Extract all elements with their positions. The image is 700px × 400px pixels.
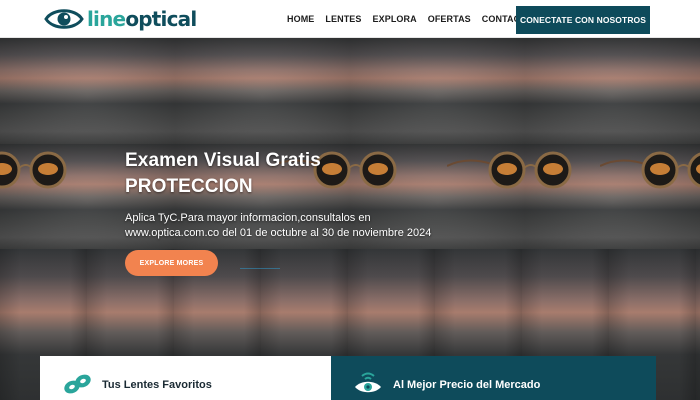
connect-button[interactable]: CONECTATE CON NOSOTROS <box>516 6 650 34</box>
hero-title-line1: Examen Visual Gratis <box>125 150 321 171</box>
feature-title: Tus Lentes Favoritos <box>102 379 212 391</box>
main-nav: HOME LENTES EXPLORA OFERTAS CONTACTO <box>287 0 533 38</box>
eye-logo-icon <box>44 9 84 29</box>
sunglasses-image <box>0 151 67 189</box>
nav-explora[interactable]: EXPLORA <box>373 14 417 24</box>
hero-title: Examen Visual Gratis PROTECCION <box>125 148 321 200</box>
explore-button[interactable]: EXPLORE MORES <box>125 250 218 276</box>
hero-bg-tile <box>525 38 700 144</box>
feature-title: Al Mejor Precio del Mercado <box>393 379 541 391</box>
eye-signal-icon <box>355 372 381 393</box>
hero-bg-tile <box>350 38 525 144</box>
nav-home[interactable]: HOME <box>287 14 314 24</box>
feature-card-best-price[interactable]: Al Mejor Precio del Mercado <box>331 356 656 400</box>
logo-text: lineoptical <box>87 6 197 32</box>
nav-lentes[interactable]: LENTES <box>325 14 361 24</box>
site-header: lineoptical HOME LENTES EXPLORA OFERTAS … <box>0 0 700 38</box>
hero-bg-tile <box>175 38 350 144</box>
hero-banner: Examen Visual Gratis PROTECCION Aplica T… <box>0 38 700 400</box>
sunglasses-image <box>447 151 572 189</box>
sunglasses-image <box>600 151 700 189</box>
hero-subtitle: Aplica TyC.Para mayor informacion,consul… <box>125 211 431 241</box>
site-logo[interactable]: lineoptical <box>44 5 197 33</box>
logo-text-light: line <box>87 7 126 31</box>
lens-icon <box>64 374 91 394</box>
logo-text-dark: optical <box>125 7 197 31</box>
hero-subtitle-line2: www.optica.com.co del 01 de octubre al 3… <box>125 227 432 239</box>
hero-title-line2: PROTECCION <box>125 176 253 197</box>
feature-card-favorite-lenses[interactable]: Tus Lentes Favoritos <box>40 356 331 400</box>
hero-bg-tile <box>0 38 175 144</box>
secondary-link[interactable] <box>240 257 280 269</box>
nav-ofertas[interactable]: OFERTAS <box>428 14 471 24</box>
hero-subtitle-line1: Aplica TyC.Para mayor informacion,consul… <box>125 212 371 224</box>
